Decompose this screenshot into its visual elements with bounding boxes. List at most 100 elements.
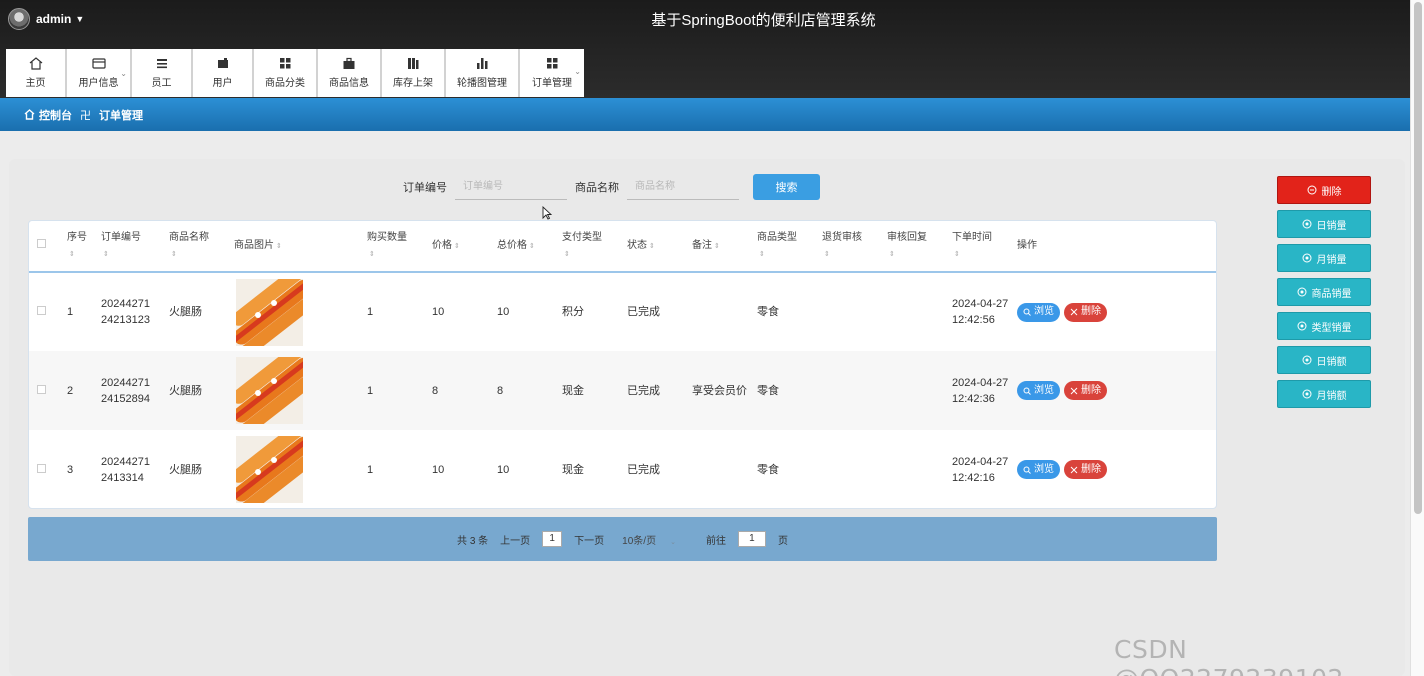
books-icon xyxy=(408,58,419,69)
table-row: 2 20244271 24152894 火腿肠 1 8 8 现金 已完成 享受会… xyxy=(29,351,1216,430)
dot-circle-icon xyxy=(1302,389,1311,399)
column-header: 操作 xyxy=(1017,240,1037,251)
column-header[interactable]: 商品名称 ⇕ xyxy=(165,221,230,272)
nav-item-stock-shelf[interactable]: 库存上架 xyxy=(382,49,446,97)
column-header[interactable]: 序号 ⇕ xyxy=(63,221,97,272)
cell-return-review xyxy=(818,351,883,430)
goods-image[interactable] xyxy=(236,357,303,424)
nav-item-users[interactable]: 用户 xyxy=(193,49,254,97)
scrollbar-thumb[interactable] xyxy=(1414,2,1422,514)
goto-page-input[interactable]: 1 xyxy=(737,531,766,547)
sort-icon: ⇕ xyxy=(171,250,177,258)
goods-image[interactable] xyxy=(236,436,303,503)
type-sales-button[interactable]: 类型销量 xyxy=(1277,312,1371,340)
column-header[interactable]: 总价格 ⇕ xyxy=(493,221,558,272)
cell-order-time: 2024-04-27 12:42:36 xyxy=(952,376,1009,405)
cell-order-time: 2024-04-27 12:42:16 xyxy=(952,455,1009,484)
main-nav: 主页 用户信息 ⌄ 员工 用户 商品分类 商品信息 库存上架 轮播图管理 订单管… xyxy=(6,49,584,97)
select-all-checkbox[interactable] xyxy=(37,239,46,248)
nav-item-staff[interactable]: 员工 xyxy=(132,49,193,97)
briefcase-icon xyxy=(343,57,355,69)
column-header[interactable]: 下单时间 ⇕ xyxy=(948,221,1013,272)
goods-sales-button[interactable]: 商品销量 xyxy=(1277,278,1371,306)
chevron-down-icon: ⌄ xyxy=(574,67,581,76)
cell-quantity: 1 xyxy=(367,384,374,397)
column-header[interactable]: 退货审核 ⇕ xyxy=(818,221,883,272)
view-button[interactable]: 浏览 xyxy=(1017,302,1060,322)
column-header[interactable]: 订单编号 ⇕ xyxy=(97,221,165,272)
nav-item-home[interactable]: 主页 xyxy=(6,49,67,97)
goods-name-label: 商品名称 xyxy=(575,182,619,194)
order-no-label: 订单编号 xyxy=(403,182,447,194)
cell-index: 3 xyxy=(67,463,74,476)
table-header-row: 序号 ⇕ 订单编号 ⇕ 商品名称 ⇕ 商品图片 ⇕ 购买数量 ⇕ 价格 ⇕ 总价格 ⇕ 支付类… xyxy=(29,221,1216,272)
goods-image[interactable] xyxy=(236,278,303,346)
page-scrollbar[interactable] xyxy=(1410,0,1424,676)
delete-button[interactable]: 删除 xyxy=(1064,381,1107,400)
total-count: 共 3 条 xyxy=(457,535,489,547)
next-page-button[interactable]: 下一页 xyxy=(574,532,604,547)
monthly-revenue-button[interactable]: 月销额 xyxy=(1277,380,1371,408)
order-no-input[interactable] xyxy=(455,174,567,200)
column-header[interactable]: 备注 ⇕ xyxy=(688,221,753,272)
row-checkbox[interactable] xyxy=(37,384,46,394)
pagination: 共 3 条 上一页 1 下一页 10条/页 ⌄ 前往 1 页 xyxy=(28,517,1217,561)
column-header[interactable]: 商品图片 ⇕ xyxy=(230,221,363,272)
batch-delete-button[interactable]: 删除 xyxy=(1277,176,1371,204)
column-header[interactable]: 状态 ⇕ xyxy=(623,221,688,272)
nav-item-order-management[interactable]: 订单管理 ⌄ xyxy=(520,49,584,97)
page-size-select[interactable]: 10条/页 ⌄ xyxy=(616,532,682,547)
view-button[interactable]: 浏览 xyxy=(1017,460,1060,479)
chevron-down-icon: ⌄ xyxy=(120,69,127,78)
column-header[interactable]: 价格 ⇕ xyxy=(428,221,493,272)
row-checkbox[interactable] xyxy=(37,463,46,473)
nav-label: 商品分类 xyxy=(265,78,305,89)
monthly-sales-volume-button[interactable]: 月销量 xyxy=(1277,244,1371,272)
wallet-icon xyxy=(217,58,228,68)
delete-button[interactable]: 删除 xyxy=(1064,460,1107,479)
sort-icon: ⇕ xyxy=(889,250,895,258)
sort-icon: ⇕ xyxy=(759,250,765,258)
breadcrumb-home[interactable]: 控制台 xyxy=(39,107,72,123)
row-checkbox[interactable] xyxy=(37,306,46,315)
dot-circle-icon xyxy=(1297,287,1306,297)
column-header[interactable]: 支付类型 ⇕ xyxy=(558,221,623,272)
nav-item-user-info[interactable]: 用户信息 ⌄ xyxy=(67,49,132,97)
cell-pay-type: 现金 xyxy=(562,463,584,476)
button-label: 商品销量 xyxy=(1311,288,1352,300)
view-button[interactable]: 浏览 xyxy=(1017,381,1060,400)
nav-item-carousel[interactable]: 轮播图管理 xyxy=(446,49,520,97)
cell-total: 8 xyxy=(497,384,504,397)
search-form: 订单编号 商品名称 搜索 xyxy=(403,174,820,200)
list-icon xyxy=(156,59,167,69)
breadcrumb-separator: 卍 xyxy=(80,109,91,122)
cell-actions: 浏览 删除 xyxy=(1013,272,1216,351)
column-header[interactable]: 购买数量 ⇕ xyxy=(363,221,428,272)
nav-item-goods-info[interactable]: 商品信息 xyxy=(318,49,382,97)
cell-remark xyxy=(688,430,753,508)
cell-goods-type: 零食 xyxy=(757,306,779,318)
search-button[interactable]: 搜索 xyxy=(753,174,820,200)
nav-label: 商品信息 xyxy=(329,78,369,89)
daily-sales-volume-button[interactable]: 日销量 xyxy=(1277,210,1371,238)
goods-name-input[interactable] xyxy=(627,174,739,200)
column-header[interactable]: 审核回复 ⇕ xyxy=(883,221,948,272)
cell-review-reply xyxy=(883,430,948,508)
column-header[interactable]: 商品类型 ⇕ xyxy=(753,221,818,272)
nav-item-goods-category[interactable]: 商品分类 xyxy=(254,49,318,97)
page-suffix: 页 xyxy=(777,535,788,547)
prev-page-button[interactable]: 上一页 xyxy=(500,532,530,547)
button-label: 日销额 xyxy=(1316,356,1347,368)
home-icon xyxy=(24,109,35,120)
current-page[interactable]: 1 xyxy=(542,531,563,547)
close-icon xyxy=(1070,466,1078,473)
cell-review-reply xyxy=(883,272,948,351)
sort-icon: ⇕ xyxy=(954,250,960,258)
cell-goods-name: 火腿肠 xyxy=(169,463,202,476)
delete-button[interactable]: 删除 xyxy=(1064,302,1107,322)
cell-pay-type: 现金 xyxy=(562,384,584,397)
cell-order-no: 20244271 24213123 xyxy=(101,298,150,326)
daily-revenue-button[interactable]: 日销额 xyxy=(1277,346,1371,374)
button-label: 类型销量 xyxy=(1311,322,1352,334)
close-icon xyxy=(1070,308,1078,316)
